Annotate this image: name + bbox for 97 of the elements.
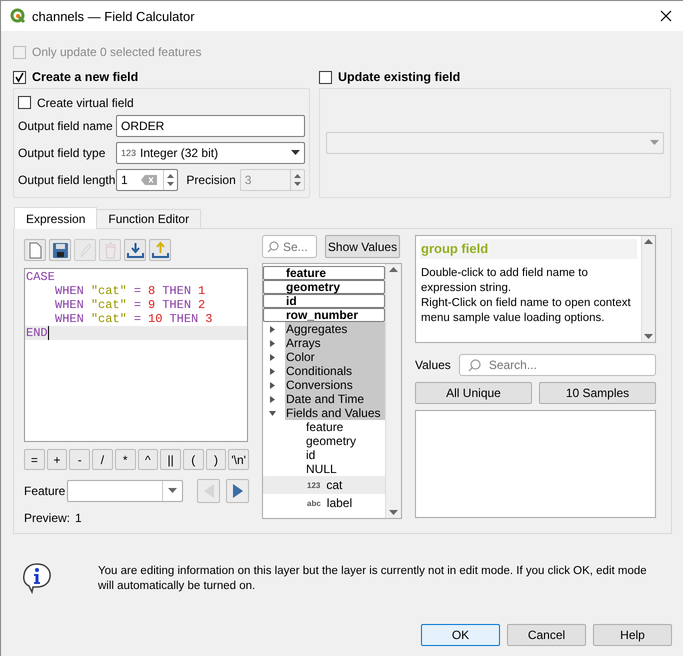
type-label: 123	[307, 480, 320, 490]
upload-button[interactable]	[149, 239, 171, 261]
tree-group[interactable]: Arrays	[285, 336, 385, 350]
help-title: group field	[420, 239, 637, 259]
tree-group[interactable]: Date and Time	[285, 392, 385, 406]
tree-item[interactable]: NULL	[263, 462, 385, 476]
info-message: You are editing information on this layer but the layer is currently not in edit mode. If you click OK, edit mode will automatically be turned on.	[98, 564, 648, 594]
operator-button[interactable]: ||	[160, 449, 181, 470]
field-label: Output field type	[18, 146, 106, 160]
next-button[interactable]	[226, 479, 249, 503]
save-button[interactable]	[49, 239, 71, 261]
checkbox[interactable]	[319, 70, 332, 84]
close-icon	[659, 9, 673, 23]
values-button[interactable]: 10 Samples	[539, 382, 656, 404]
caret-icon	[291, 150, 300, 156]
checkbox-label: Only update 0 selected features	[32, 45, 202, 59]
operator-button[interactable]: =	[24, 449, 45, 470]
type-label: abc	[307, 498, 321, 508]
values-button[interactable]: All Unique	[415, 382, 532, 404]
operator-button[interactable]: /	[92, 449, 113, 470]
help-text: Right-Click on field name to open context menu sample value loading options.	[421, 296, 632, 326]
tree-item[interactable]: 123 cat	[263, 476, 385, 494]
dialog-button[interactable]: OK	[421, 624, 500, 646]
input-field[interactable]: ORDER	[116, 115, 305, 137]
code-line: CASE	[25, 270, 56, 284]
tree-group[interactable]: Fields and Values	[285, 406, 385, 420]
caret-icon	[168, 488, 178, 494]
operator-button[interactable]: ^	[138, 449, 158, 470]
search-field[interactable]: Se...	[262, 235, 317, 258]
collapse-arrow-icon[interactable]	[269, 410, 276, 416]
up-arrow-icon[interactable]	[644, 239, 653, 244]
length-spinbox[interactable]: 1	[116, 169, 178, 191]
show-values-button[interactable]: Show Values	[325, 235, 400, 258]
search-icon	[468, 358, 481, 372]
field-label: Precision	[186, 173, 236, 187]
expand-arrow-icon[interactable]	[269, 396, 276, 402]
vertical-scrollbar[interactable]	[641, 236, 655, 342]
new-file-button[interactable]	[24, 239, 46, 261]
tree-item[interactable]: feature	[263, 420, 385, 434]
dialog-button[interactable]: Help	[593, 624, 672, 646]
operator-button[interactable]: (	[182, 449, 204, 470]
checkmark-icon	[14, 72, 25, 82]
save-icon	[50, 240, 70, 260]
code-line: WHEN "cat" = 9 THEN 2	[54, 298, 206, 312]
preview-label: Preview:	[24, 511, 70, 525]
tree-item[interactable]: feature	[263, 266, 385, 280]
checkbox-label: Create a new field	[32, 70, 138, 84]
field-label: Output field name	[18, 119, 112, 133]
caret-icon	[650, 140, 659, 146]
expand-arrow-icon[interactable]	[269, 326, 276, 332]
info-icon	[21, 561, 53, 594]
right-arrow-icon	[232, 483, 244, 499]
operator-button[interactable]: '\n'	[228, 449, 250, 470]
tree-item[interactable]: id	[263, 448, 385, 462]
expand-arrow-icon[interactable]	[269, 368, 276, 374]
tree-group[interactable]: Conditionals	[285, 364, 385, 378]
app-logo-icon	[10, 8, 26, 24]
expand-arrow-icon[interactable]	[269, 354, 276, 360]
tab[interactable]: Expression	[14, 207, 98, 229]
search-field[interactable]: Search...	[458, 354, 656, 376]
down-arrow-icon[interactable]	[389, 510, 398, 515]
vertical-scrollbar[interactable]	[385, 264, 401, 518]
expand-arrow-icon[interactable]	[269, 340, 276, 346]
operator-button[interactable]: )	[206, 449, 226, 470]
tree-item[interactable]: row_number	[263, 308, 385, 322]
code-line: WHEN "cat" = 10 THEN 3	[54, 312, 214, 326]
download-icon	[126, 240, 144, 260]
dialog-button[interactable]: Cancel	[507, 624, 586, 646]
type-dropdown[interactable]: 123 Integer (32 bit)	[116, 142, 305, 164]
up-arrow-icon[interactable]	[389, 267, 398, 272]
preview-value: 1	[75, 511, 82, 525]
search-icon	[267, 240, 279, 252]
checkbox-label: Create virtual field	[37, 96, 134, 110]
field-label: Values	[415, 358, 451, 372]
tree-group[interactable]: Color	[285, 350, 385, 364]
tree-group[interactable]: Conversions	[285, 378, 385, 392]
code-line: WHEN "cat" = 8 THEN 1	[54, 284, 206, 298]
operator-button[interactable]: -	[69, 449, 90, 470]
checkbox-label: Update existing field	[338, 70, 460, 84]
operator-button[interactable]: *	[114, 449, 136, 470]
tab[interactable]: Function Editor	[96, 209, 202, 228]
tree-item[interactable]: geometry	[263, 280, 385, 294]
tree-item[interactable]: abc label	[263, 494, 385, 512]
help-text: Double-click to add field name to expression string.	[421, 266, 589, 296]
operator-button[interactable]: +	[46, 449, 68, 470]
tree-item[interactable]: id	[263, 294, 385, 308]
download-button[interactable]	[124, 239, 146, 261]
expression-editor[interactable]: CASE WHEN "cat" = 8 THEN 1 WHEN "cat" = 9 THEN 2 WHEN "cat" = 10 THEN 3 END	[24, 268, 248, 442]
tree-group[interactable]: Aggregates	[285, 322, 385, 336]
down-arrow-icon[interactable]	[644, 334, 653, 339]
expand-arrow-icon[interactable]	[269, 382, 276, 388]
checkbox[interactable]	[18, 96, 31, 109]
upload-icon	[150, 240, 170, 260]
window-title: channels — Field Calculator	[32, 8, 196, 24]
checkbox[interactable]	[13, 70, 26, 84]
field-dropdown[interactable]	[326, 132, 664, 154]
tree-item[interactable]: geometry	[263, 434, 385, 448]
